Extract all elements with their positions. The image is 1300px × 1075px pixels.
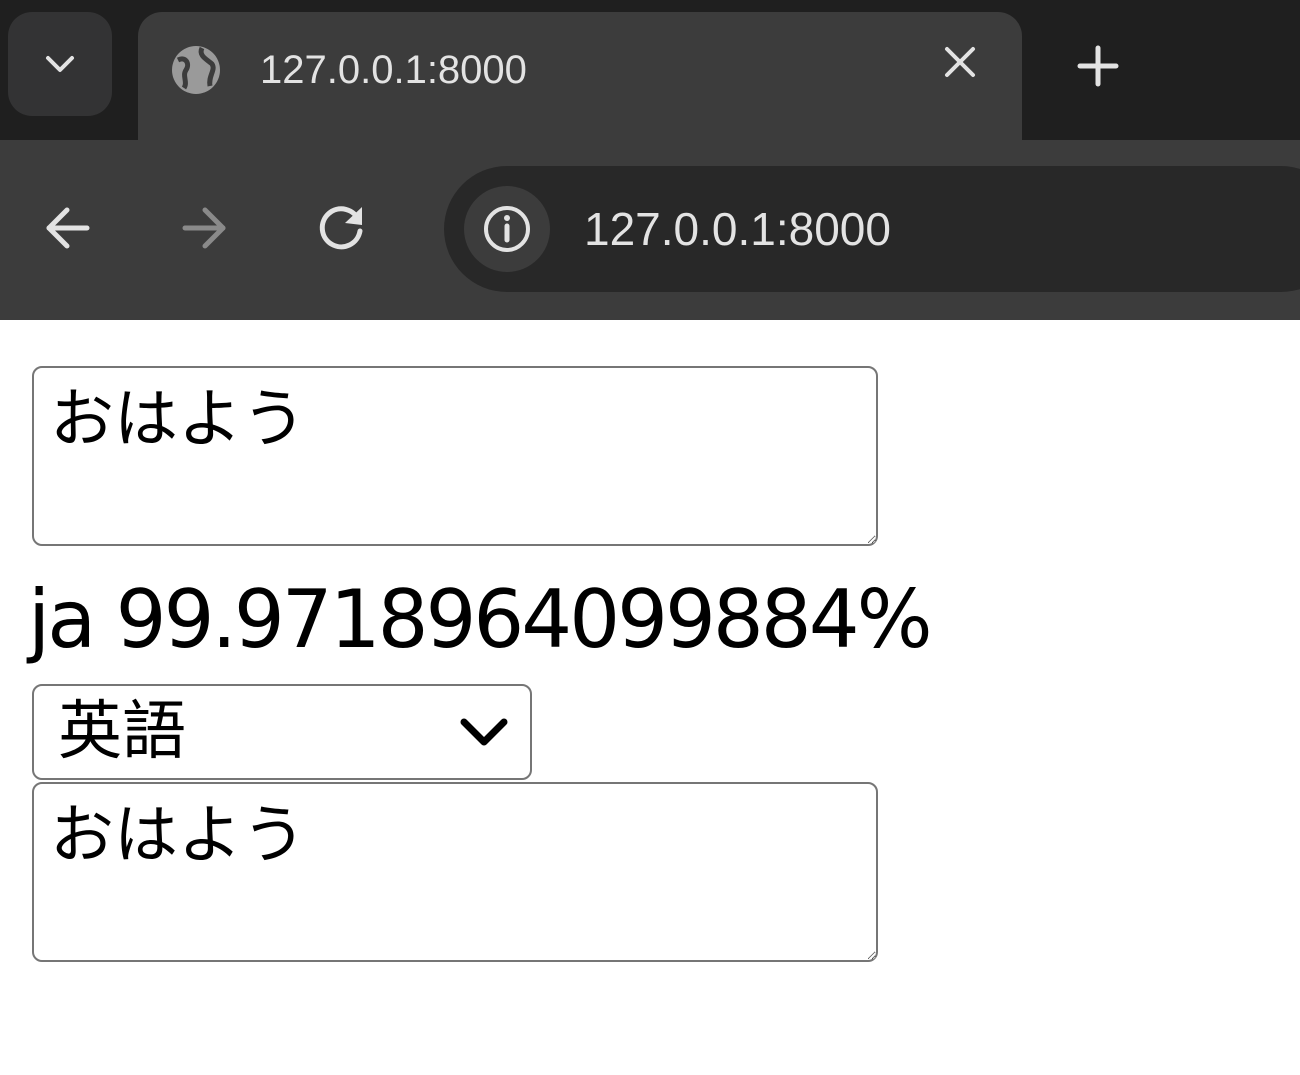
close-icon: [945, 47, 975, 77]
info-icon: [484, 206, 530, 252]
new-tab-button[interactable]: [1072, 40, 1124, 92]
arrow-right-icon: [182, 207, 226, 249]
forward-button[interactable]: [172, 196, 236, 260]
detected-language-result: ja 99.9718964099884%: [28, 573, 933, 666]
page-content: おはよう ja 99.9718964099884% 英語 おはよう: [0, 320, 1300, 1075]
reload-button[interactable]: [310, 196, 374, 260]
tab-strip: 127.0.0.1:8000: [0, 0, 1300, 152]
reload-icon: [319, 206, 363, 250]
chevron-down-icon: [46, 56, 74, 72]
source-text-input[interactable]: おはよう: [32, 366, 878, 546]
chevron-down-icon: [456, 708, 512, 760]
tab-title: 127.0.0.1:8000: [260, 48, 527, 92]
browser-toolbar: 127.0.0.1:8000: [0, 140, 1300, 320]
browser-chrome: 127.0.0.1:8000 127.0.0.1:8000: [0, 0, 1300, 320]
globe-icon: [172, 46, 220, 94]
browser-tab[interactable]: 127.0.0.1:8000: [138, 12, 1022, 152]
translated-text-output[interactable]: おはよう: [32, 782, 878, 962]
site-info-button[interactable]: [464, 186, 550, 272]
url-text: 127.0.0.1:8000: [584, 203, 891, 255]
close-tab-button[interactable]: [938, 40, 982, 84]
arrow-left-icon: [46, 207, 90, 249]
target-language-selected: 英語: [58, 695, 186, 769]
tab-search-button[interactable]: [8, 12, 112, 116]
address-bar[interactable]: 127.0.0.1:8000: [444, 166, 1300, 292]
back-button[interactable]: [36, 196, 100, 260]
target-language-select[interactable]: 英語: [32, 684, 532, 780]
plus-icon: [1077, 45, 1119, 87]
